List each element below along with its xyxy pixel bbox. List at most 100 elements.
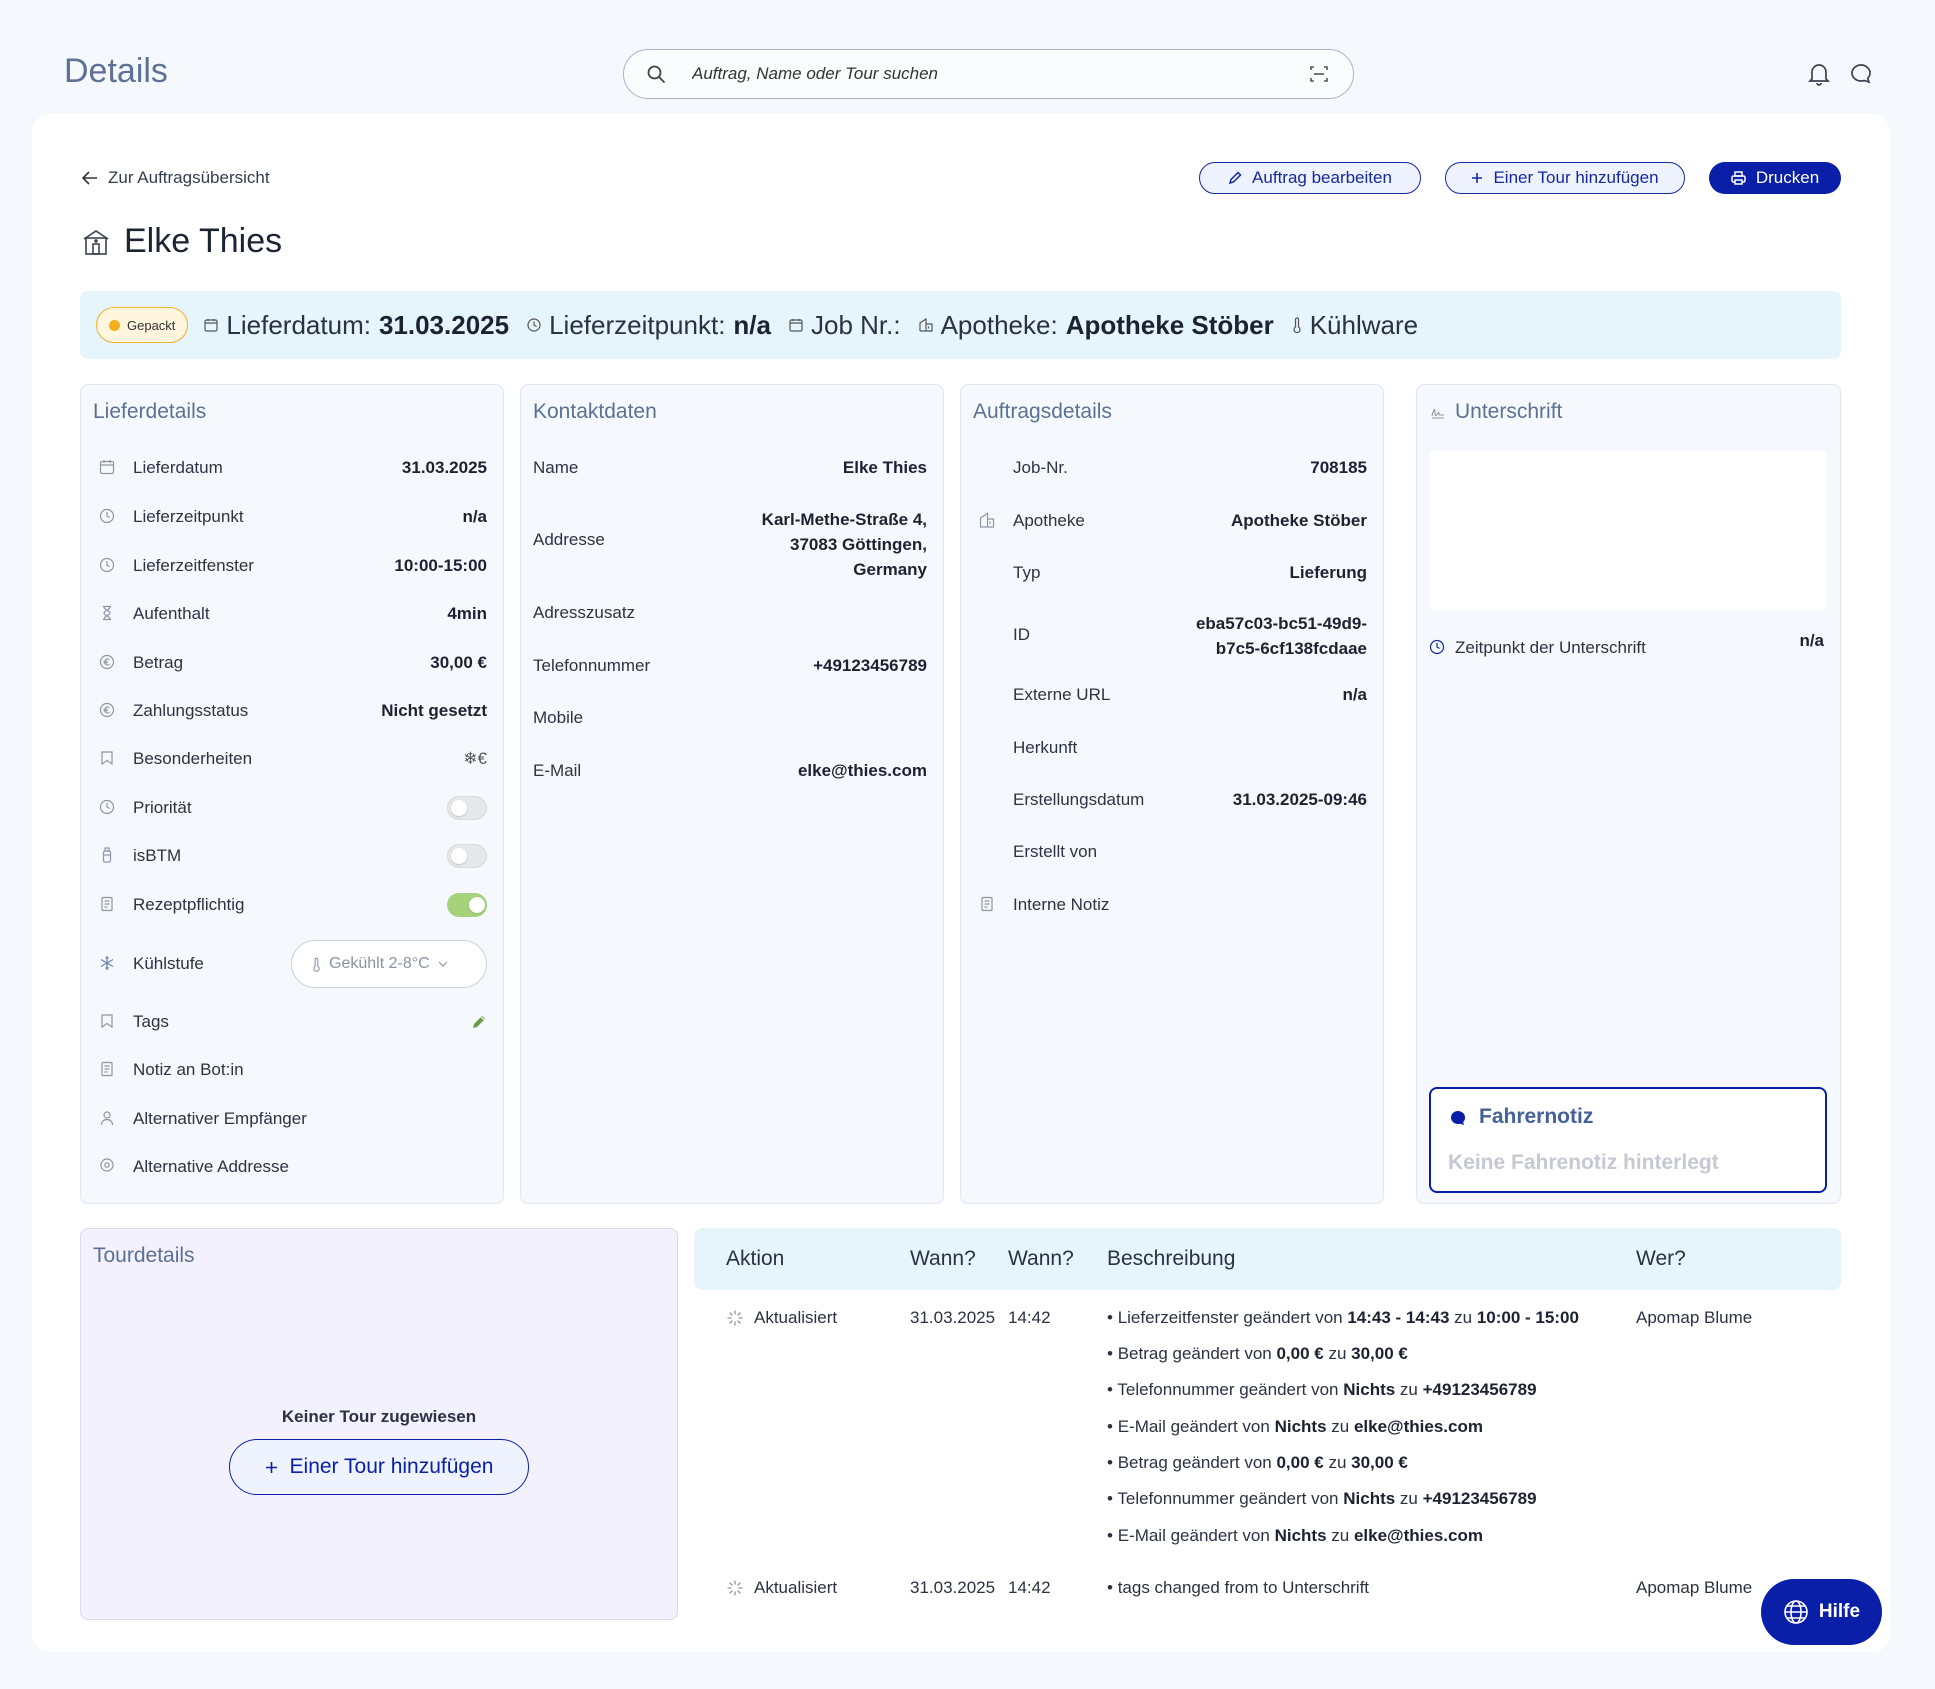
plus-icon [1471, 172, 1483, 184]
email-value: elke@thies.com [797, 761, 927, 780]
externe-url-value: n/a [1342, 685, 1367, 704]
kuehlstufe-select[interactable]: Gekühlt 2-8°C [291, 940, 487, 988]
id-label: ID [1013, 625, 1030, 644]
edit-order-button[interactable]: Auftrag bearbeiten [1199, 162, 1421, 194]
row-aufenthalt: Aufenthalt 4min [81, 599, 503, 629]
row-kuehlstufe: Kühlstufe Gekühlt 2-8°C [81, 940, 503, 988]
back-link[interactable]: Zur Auftragsübersicht [82, 168, 270, 188]
toggle-knob [451, 800, 467, 816]
desc-to: 30,00 € [1351, 1453, 1408, 1472]
chat-icon[interactable] [1849, 62, 1873, 86]
tour-add-button[interactable]: Einer Tour hinzufügen [229, 1439, 529, 1495]
zeitpunkt-unterschrift-label: Zeitpunkt der Unterschrift [1455, 638, 1646, 657]
row-email: E-Mail elke@thies.com [521, 756, 943, 786]
status-label: Gepackt [127, 317, 176, 333]
customer-header: Elke Thies [82, 222, 282, 261]
id-line-2: b7c5-6cf138fcdaae [1215, 639, 1367, 658]
row-besonderheiten: Besonderheiten ❄€ [81, 744, 503, 774]
row-rezeptpflichtig: Rezeptpflichtig [81, 890, 503, 920]
summary-lieferdatum: Lieferdatum: 31.03.2025 [204, 310, 509, 341]
interne-notiz-label: Interne Notiz [1013, 895, 1110, 914]
help-button[interactable]: Hilfe [1761, 1579, 1882, 1645]
row-mobile: Mobile [521, 703, 943, 733]
plus-icon [265, 1461, 278, 1474]
apotheke-value: Apotheke Stöber [1230, 511, 1367, 530]
row-typ: Typ Lieferung [961, 558, 1383, 588]
print-label: Drucken [1755, 168, 1820, 187]
desc-from: Nichts [1274, 1417, 1327, 1436]
header-wann-date: Wann? [910, 1247, 976, 1270]
chevron-down-icon [438, 961, 448, 967]
id-line-1: eba57c03-bc51-49d9- [1195, 614, 1367, 633]
erstellt-von-label: Erstellt von [1013, 842, 1098, 861]
row-zeitpunkt-unterschrift: Zeitpunkt der Unterschrift n/a [1417, 631, 1840, 663]
add-to-tour-button[interactable]: Einer Tour hinzufügen [1445, 162, 1685, 194]
pharmacy-building-icon [82, 228, 110, 256]
addresse-line-1: Karl-Methe-Straße 4, [761, 510, 927, 529]
aufenthalt-label: Aufenthalt [133, 604, 210, 623]
print-button[interactable]: Drucken [1709, 162, 1841, 194]
erstellungsdatum-value: 31.03.2025-09:46 [1232, 790, 1367, 809]
clock-icon [1429, 639, 1445, 655]
search-input[interactable] [692, 60, 1272, 88]
betrag-label: Betrag [133, 653, 184, 672]
tour-add-label: Einer Tour hinzufügen [289, 1455, 494, 1478]
row-externe-url: Externe URL n/a [961, 680, 1383, 710]
search-bar[interactable] [623, 49, 1354, 99]
desc-text: Lieferzeitfenster geändert von [1117, 1308, 1348, 1327]
history-date: 31.03.2025 [910, 1308, 996, 1327]
summary-lieferzeitpunkt-value: n/a [733, 309, 771, 340]
bell-icon[interactable] [1808, 62, 1830, 86]
euro-icon [99, 702, 115, 718]
calendar-icon [99, 459, 115, 475]
notiz-bot-label: Notiz an Bot:in [133, 1060, 244, 1079]
desc-to: +49123456789 [1422, 1380, 1537, 1399]
person-icon [99, 1110, 115, 1126]
globe-icon [1783, 1599, 1809, 1625]
arrow-left-icon [82, 171, 98, 185]
history-action: Aktualisiert [754, 1308, 838, 1327]
row-erstellungsdatum: Erstellungsdatum 31.03.2025-09:46 [961, 785, 1383, 815]
auftragsdetails-panel: Auftragsdetails Job-Nr. 708185 Apotheke … [960, 384, 1384, 1204]
row-tags: Tags [81, 1007, 503, 1037]
row-adresszusatz: Adresszusatz [521, 598, 943, 628]
calendar-icon [789, 318, 803, 332]
desc-to: 10:00 - 15:00 [1476, 1308, 1579, 1327]
clock-icon [527, 318, 541, 332]
row-jobnr: Job-Nr. 708185 [961, 453, 1383, 483]
summary-lieferdatum-value: 31.03.2025 [378, 309, 510, 340]
scan-icon[interactable] [1309, 64, 1329, 84]
history-time: 14:42 [1008, 1578, 1051, 1597]
row-prioritaet: Priorität [81, 793, 503, 823]
besonderheiten-label: Besonderheiten [133, 749, 253, 768]
lieferzeitfenster-label: Lieferzeitfenster [133, 556, 254, 575]
rezeptpflichtig-toggle[interactable] [447, 893, 487, 917]
externe-url-label: Externe URL [1013, 685, 1111, 704]
history-desc-item: • Betrag geändert von 0,00 € zu 30,00 € [1107, 1344, 1408, 1363]
toggle-knob [469, 897, 485, 913]
desc-to: 30,00 € [1351, 1344, 1408, 1363]
desc-from: 0,00 € [1276, 1344, 1324, 1363]
unterschrift-panel: Unterschrift Zeitpunkt der Unterschrift … [1416, 384, 1841, 1204]
kontaktdaten-title: Kontaktdaten [533, 400, 657, 423]
bottle-icon [99, 847, 115, 863]
tags-label: Tags [133, 1012, 169, 1031]
back-link-label: Zur Auftragsübersicht [108, 168, 270, 187]
prioritaet-toggle[interactable] [447, 796, 487, 820]
bookmark-icon [99, 750, 115, 766]
edit-tags-icon[interactable] [471, 1014, 487, 1030]
isbtm-toggle[interactable] [447, 844, 487, 868]
kuehlstufe-value: Gekühlt 2-8°C [329, 955, 430, 972]
row-telefon: Telefonnummer +49123456789 [521, 651, 943, 681]
row-name: Name Elke Thies [521, 453, 943, 483]
pencil-icon [1228, 171, 1242, 185]
tourdetails-panel: Tourdetails Keiner Tour zugewiesen Einer… [80, 1228, 678, 1620]
summary-lieferzeitpunkt-label: Lieferzeitpunkt: [549, 309, 726, 340]
history-who: Apomap Blume [1636, 1308, 1753, 1327]
row-isbtm: isBTM [81, 841, 503, 871]
history-desc-item: • E-Mail geändert von Nichts zu elke@thi… [1107, 1417, 1483, 1436]
header-wann-time: Wann? [1008, 1247, 1074, 1270]
signature-box [1429, 451, 1827, 611]
tour-empty-message: Keiner Tour zugewiesen [281, 1407, 477, 1426]
status-badge: Gepackt [96, 307, 189, 343]
